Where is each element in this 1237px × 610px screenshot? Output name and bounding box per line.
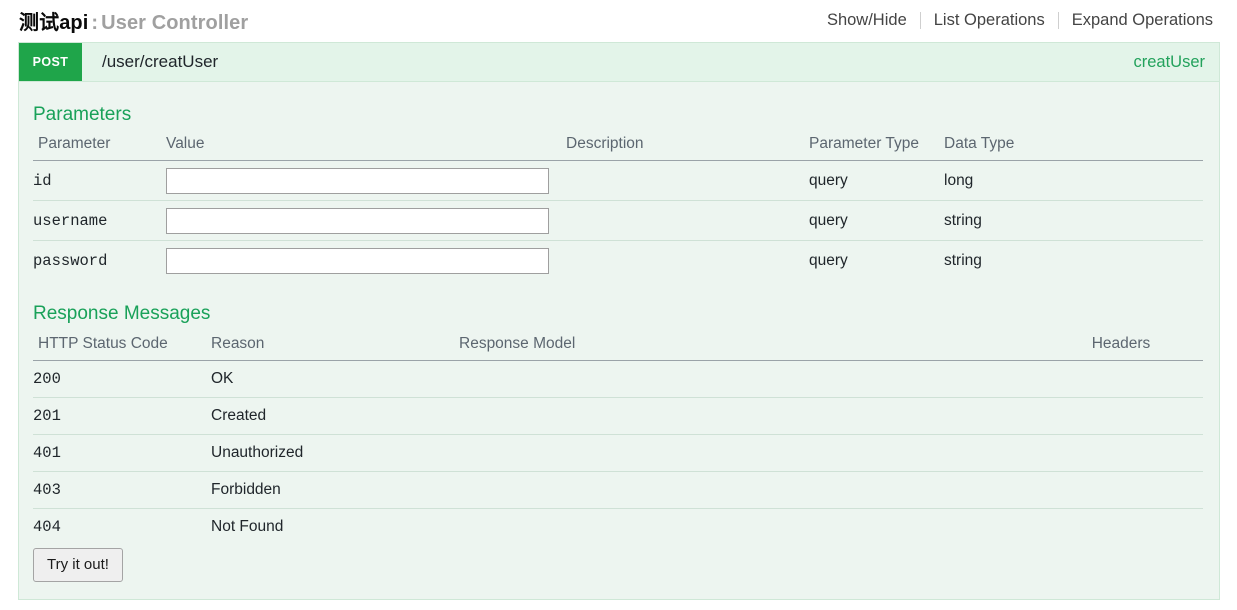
col-header-headers: Headers [1039,330,1203,361]
parameter-input-username[interactable] [166,207,549,234]
parameter-type: query [809,251,848,269]
response-model [459,397,1039,435]
swagger-ui-page: 测试api: User Controller Show/Hide List Ope… [0,0,1237,610]
submit-area: Try it out! [33,545,1203,582]
response-status-code: 404 [33,517,61,536]
operation-path[interactable]: /user/creatUser [82,43,218,81]
parameter-type: query [809,200,944,241]
parameter-value-cell [166,200,566,241]
http-method-badge: POST [19,43,82,81]
operation-nickname-link[interactable]: creatUser [1133,43,1219,81]
response-reason: Forbidden [211,471,459,509]
response-reason: OK [211,360,459,398]
table-row: id query long [33,160,1203,201]
table-row: username query string [33,200,1203,241]
table-row: 401 Unauthorized [33,434,1203,472]
parameter-name: username [33,200,166,241]
resource-options: Show/Hide List Operations Expand Operati… [814,11,1213,29]
table-row: password query string [33,241,1203,281]
parameters-table: Parameter Value Description Parameter Ty… [33,131,1203,281]
parameter-data-type: string [944,200,1203,241]
response-model [459,508,1039,545]
col-header-parameter: Parameter [33,131,166,161]
response-reason: Created [211,397,459,435]
response-headers [1039,360,1203,398]
title-separator: : [91,11,99,34]
response-status-code: 201 [33,397,211,435]
page-title: 测试api: User Controller [19,6,248,35]
col-header-value: Value [166,131,566,161]
resource-description: User Controller [101,11,249,34]
table-row: 201 Created [33,397,1203,435]
response-headers [1039,434,1203,472]
parameters-heading: Parameters [33,104,132,125]
parameter-value-cell [166,160,566,201]
parameter-description [566,160,809,201]
operation-header-bar[interactable]: POST /user/creatUser creatUser [19,42,1219,82]
list-operations-link[interactable]: List Operations [921,11,1058,29]
response-messages-heading: Response Messages [33,302,211,324]
response-reason: Not Found [211,517,284,535]
response-reason: Unauthorized [211,434,459,472]
parameter-description [566,241,809,281]
response-headers [1039,397,1203,435]
col-header-http-status-code: HTTP Status Code [33,330,211,361]
parameter-value-cell [166,241,566,281]
responses-header-row: HTTP Status Code Reason Response Model H… [33,330,1203,361]
col-header-parameter-type: Parameter Type [809,131,944,161]
response-model [459,434,1039,472]
col-header-response-model: Response Model [459,330,1039,361]
try-it-out-button[interactable]: Try it out! [33,548,123,582]
response-status-code: 403 [33,471,211,509]
parameter-type: query [809,160,944,201]
parameter-description [566,200,809,241]
parameter-data-type: long [944,160,1203,201]
col-header-reason: Reason [211,330,459,361]
response-headers [1039,471,1203,509]
parameter-name: id [33,160,166,201]
parameter-name: password [33,251,108,270]
parameter-input-password[interactable] [166,247,549,274]
parameter-data-type: string [944,251,982,269]
table-row: 403 Forbidden [33,471,1203,509]
response-status-code: 401 [33,434,211,472]
parameter-input-id[interactable] [166,167,549,194]
operation-panel: POST /user/creatUser creatUser Parameter… [18,42,1220,600]
response-model [459,360,1039,398]
expand-operations-link[interactable]: Expand Operations [1059,11,1213,29]
table-row: 200 OK [33,360,1203,398]
response-status-code: 200 [33,360,211,398]
col-header-data-type: Data Type [944,131,1203,161]
parameters-header-row: Parameter Value Description Parameter Ty… [33,131,1203,161]
col-header-description: Description [566,131,809,161]
response-messages-table: HTTP Status Code Reason Response Model H… [33,330,1203,546]
table-row: 404 Not Found [33,508,1203,545]
resource-header: 测试api: User Controller Show/Hide List Ope… [0,0,1237,40]
resource-name: 测试api [19,11,89,34]
response-headers [1039,508,1203,545]
show-hide-link[interactable]: Show/Hide [814,11,920,29]
response-model [459,471,1039,509]
operation-content: Parameters Parameter Value Description P… [19,103,1219,582]
